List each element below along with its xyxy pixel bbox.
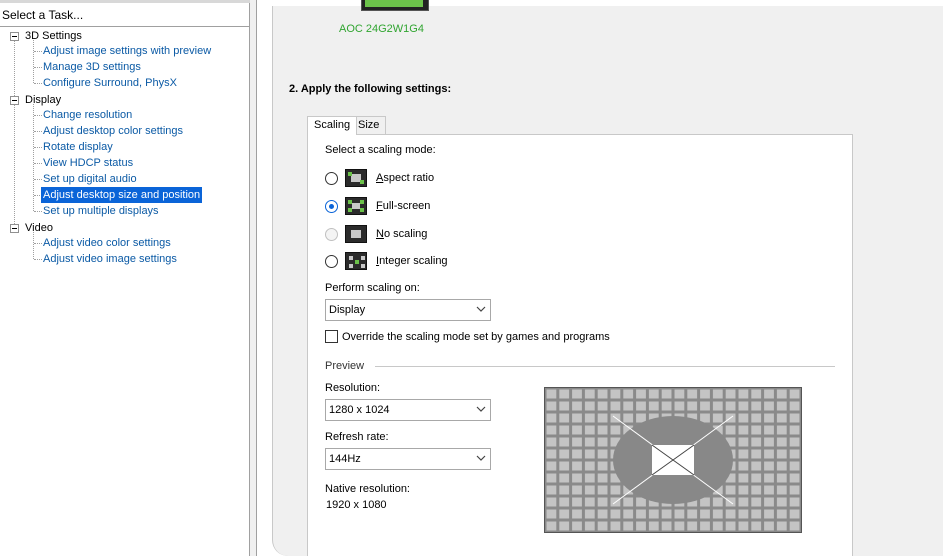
override-checkbox[interactable] [325, 330, 338, 343]
tree-branch [34, 243, 42, 244]
content-frame: AOC 24G2W1G4 2. Apply the following sett… [256, 0, 943, 556]
task-manage-3d-settings[interactable]: Manage 3D settings [43, 59, 141, 75]
task-view-hdcp-status[interactable]: View HDCP status [43, 155, 133, 171]
monitor-label[interactable]: AOC 24G2W1G4 [339, 23, 424, 35]
task-pane-divider [0, 26, 249, 27]
tree-branch [34, 259, 42, 260]
tree-category-3d-settings[interactable]: 3D Settings [25, 28, 82, 44]
no-scaling-icon [345, 225, 367, 243]
tree-connector [33, 40, 34, 83]
resolution-value: 1280 x 1024 [329, 404, 390, 416]
preview-test-pattern [545, 388, 801, 532]
override-label[interactable]: Override the scaling mode set by games a… [342, 331, 610, 343]
refresh-rate-value: 144Hz [329, 453, 361, 465]
tree-branch [34, 147, 42, 148]
scaling-tab-panel: Select a scaling mode: Aspect ratio Full… [307, 134, 853, 556]
native-resolution-label: Native resolution: [325, 483, 410, 495]
resolution-label: Resolution: [325, 382, 381, 394]
task-change-resolution[interactable]: Change resolution [43, 107, 132, 123]
task-adjust-video-image[interactable]: Adjust video image settings [43, 251, 177, 267]
full-screen-label[interactable]: Full-screen [376, 200, 430, 212]
tree-branch [34, 179, 42, 180]
radio-no-scaling[interactable] [325, 228, 338, 241]
perform-scaling-value: Display [329, 304, 366, 316]
tree-category-display[interactable]: Display [25, 92, 61, 108]
resolution-dropdown[interactable]: 1280 x 1024 [325, 399, 491, 421]
settings-panel: AOC 24G2W1G4 2. Apply the following sett… [272, 0, 943, 556]
aspect-ratio-icon [345, 169, 367, 187]
task-adjust-desktop-size-position[interactable]: Adjust desktop size and position [41, 187, 203, 203]
tree-branch [34, 51, 42, 52]
tree-category-video[interactable]: Video [25, 220, 53, 236]
perform-scaling-label: Perform scaling on: [325, 282, 420, 294]
preview-title: Preview [325, 360, 365, 372]
pane-top-border [0, 0, 250, 3]
scaling-mode-prompt: Select a scaling mode: [325, 144, 436, 156]
task-adjust-image-settings[interactable]: Adjust image settings with preview [43, 43, 211, 59]
monitor-icon[interactable] [361, 0, 429, 11]
radio-integer-scaling[interactable] [325, 255, 338, 268]
collapse-toggle-display[interactable] [10, 96, 19, 105]
tab-scaling[interactable]: Scaling [307, 116, 358, 135]
tree-connector [33, 232, 34, 259]
tree-branch [34, 67, 42, 68]
task-adjust-video-color[interactable]: Adjust video color settings [43, 235, 171, 251]
task-adjust-desktop-color[interactable]: Adjust desktop color settings [43, 123, 183, 139]
tree-branch [34, 115, 42, 116]
task-set-up-digital-audio[interactable]: Set up digital audio [43, 171, 137, 187]
native-resolution-value: 1920 x 1080 [326, 499, 387, 511]
chevron-down-icon [476, 406, 486, 412]
tree-branch [34, 83, 42, 84]
refresh-rate-label: Refresh rate: [325, 431, 389, 443]
refresh-rate-dropdown[interactable]: 144Hz [325, 448, 491, 470]
content-frame-border [256, 0, 257, 556]
task-rotate-display[interactable]: Rotate display [43, 139, 113, 155]
chevron-down-icon [476, 455, 486, 461]
preview-divider [375, 366, 835, 367]
radio-full-screen[interactable] [325, 200, 338, 213]
task-pane: Select a Task... 3D Settings Adjust imag… [0, 0, 250, 556]
tree-branch [34, 211, 42, 212]
collapse-toggle-3d-settings[interactable] [10, 32, 19, 41]
task-set-up-multiple-displays[interactable]: Set up multiple displays [43, 203, 159, 219]
chevron-down-icon [476, 306, 486, 312]
integer-scaling-label[interactable]: Integer scaling [376, 255, 448, 267]
perform-scaling-dropdown[interactable]: Display [325, 299, 491, 321]
full-screen-icon [345, 197, 367, 215]
tree-branch [34, 131, 42, 132]
radio-aspect-ratio[interactable] [325, 172, 338, 185]
integer-scaling-icon [345, 252, 367, 270]
task-configure-surround-physx[interactable]: Configure Surround, PhysX [43, 75, 177, 91]
no-scaling-label[interactable]: No scaling [376, 228, 427, 240]
aspect-ratio-label[interactable]: Aspect ratio [376, 172, 434, 184]
collapse-toggle-video[interactable] [10, 224, 19, 233]
scaling-preview-image [544, 387, 802, 533]
section-title: 2. Apply the following settings: [289, 83, 452, 95]
task-pane-header: Select a Task... [2, 8, 84, 22]
tree-connector [14, 40, 15, 228]
tree-branch [34, 163, 42, 164]
